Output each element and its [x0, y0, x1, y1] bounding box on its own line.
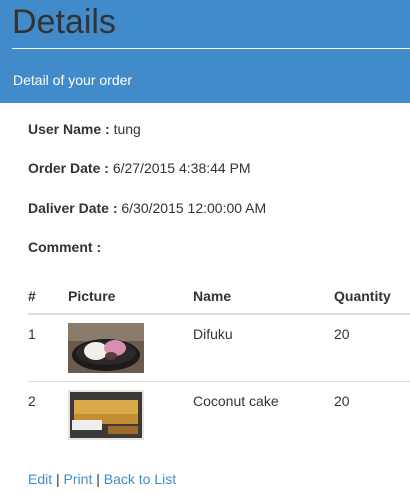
print-link[interactable]: Print [64, 471, 93, 487]
row-quantity: 20 [334, 392, 350, 409]
row-picture-cell [68, 381, 193, 448]
order-date-label: Order Date : [28, 160, 109, 176]
row-index: 1 [28, 314, 68, 382]
column-header-picture: Picture [68, 278, 193, 315]
order-date-value: 6/27/2015 4:38:44 PM [112, 160, 251, 176]
row-index: 2 [28, 392, 36, 409]
row-name: Difuku [193, 314, 334, 382]
back-to-list-link[interactable]: Back to List [104, 471, 176, 487]
action-links: Edit | Print | Back to List [28, 471, 176, 487]
deliver-date-row: Daliver Date : 6/30/2015 12:00:00 AM [28, 200, 266, 216]
column-header-quantity: Quantity [334, 278, 410, 315]
table-header-row: # Picture Name Quantity [28, 278, 410, 315]
difuku-photo [68, 323, 144, 373]
page-subtitle: Detail of your order [13, 72, 133, 88]
user-name-label: User Name : [28, 121, 110, 137]
column-header-name: Name [193, 278, 334, 315]
user-name-row: User Name : tung [28, 121, 141, 137]
coconut-cake-photo [68, 389, 144, 440]
table-row: 2 Coconut cake 20 [28, 381, 410, 448]
page-title: Details [12, 3, 116, 41]
order-items-table: # Picture Name Quantity 1 Difuku 20 2 Co… [28, 278, 410, 448]
row-quantity: 20 [334, 314, 410, 382]
link-separator: | [92, 471, 104, 487]
header-divider [12, 48, 410, 49]
user-name-value: tung [113, 121, 141, 137]
row-picture-cell [68, 314, 193, 382]
comment-row: Comment : [28, 239, 101, 255]
page-header: Details Detail of your order [0, 0, 410, 103]
row-name: Coconut cake [193, 392, 279, 409]
edit-link[interactable]: Edit [28, 471, 52, 487]
order-date-row: Order Date : 6/27/2015 4:38:44 PM [28, 160, 251, 176]
comment-label: Comment : [28, 239, 102, 255]
link-separator: | [52, 471, 64, 487]
deliver-date-value: 6/30/2015 12:00:00 AM [121, 200, 267, 216]
column-header-number: # [28, 278, 68, 315]
deliver-date-label: Daliver Date : [28, 200, 118, 216]
table-row: 1 Difuku 20 [28, 314, 410, 382]
